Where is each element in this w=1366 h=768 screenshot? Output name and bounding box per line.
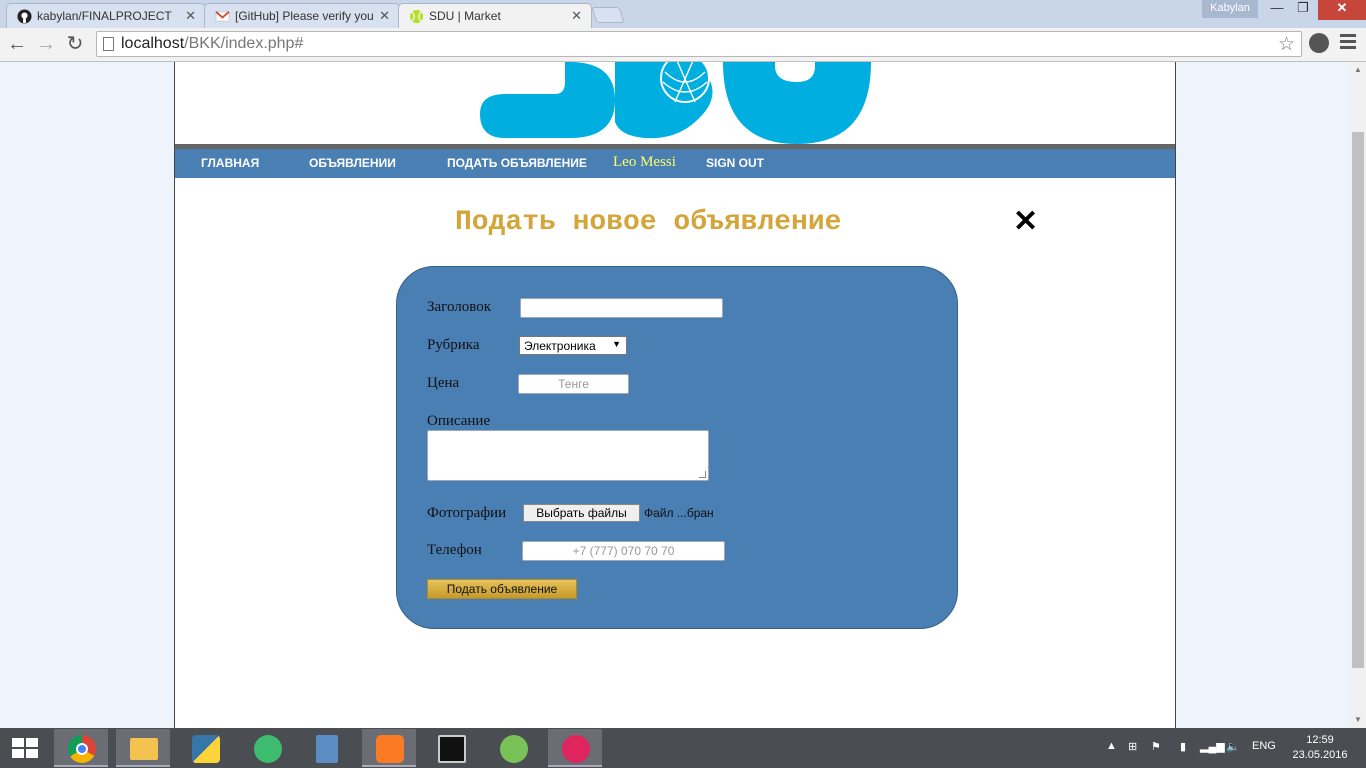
window-close-icon[interactable]: ✕ [1318,0,1366,20]
volume-icon[interactable]: 🔈 [1226,740,1240,753]
reload-icon[interactable]: ↻ [63,32,87,56]
taskbar-calculator[interactable] [300,729,354,767]
tray-expand-icon[interactable]: ▲ [1106,740,1117,752]
tab-title: [GitHub] Please verify you [235,9,374,23]
clock-date: 23.05.2016 [1292,749,1348,761]
github-icon [17,9,32,24]
nav-home[interactable]: ГЛАВНАЯ [201,156,259,170]
sdu-logo-graphic [480,62,871,144]
flag-icon[interactable]: ⚑ [1151,740,1161,753]
category-selected-value: Электроника [524,339,596,353]
price-label: Цена [427,375,460,391]
scroll-down-arrow-icon[interactable]: ▼ [1350,712,1366,728]
atom-icon [254,735,282,763]
main-nav: ГЛАВНАЯ ОБЪЯВЛЕНИИ ПОДАТЬ ОБЪЯВЛЕНИЕ Leo… [175,149,1175,178]
page-icon [103,37,114,51]
price-input[interactable] [518,374,629,394]
address-bar[interactable]: localhost/BKK/index.php# ☆ [96,31,1302,57]
nav-user-name[interactable]: Leo Messi [613,154,676,171]
gmail-icon [215,11,230,22]
file-status-text: Файл ...бран [644,506,714,520]
description-label: Описание [427,413,491,429]
taskbar-chrome[interactable] [54,729,108,767]
clock-time: 12:59 [1306,734,1334,746]
forward-arrow-icon[interactable]: → [34,32,58,56]
taskbar-file-explorer[interactable] [116,729,170,767]
chrome-icon [68,735,96,763]
tab-title: SDU | Market [429,9,501,23]
nav-post-ad[interactable]: ПОДАТЬ ОБЪЯВЛЕНИЕ [447,156,587,170]
tab-title: kabylan/FINALPROJECT [37,9,172,23]
taskbar-clock[interactable]: 12:59 23.05.2016 [1288,733,1352,763]
photos-label: Фотографии [427,505,507,521]
tab-close-icon[interactable]: ✕ [571,8,582,24]
taskbar-atom[interactable] [240,729,294,767]
xampp-icon [376,735,404,763]
close-icon[interactable]: ✕ [1013,204,1038,239]
url-host: localhost [121,35,185,52]
folder-icon [130,738,158,760]
nav-sign-out[interactable]: SIGN OUT [706,156,764,170]
resize-handle-icon[interactable] [699,471,706,478]
new-tab-button[interactable] [591,7,625,23]
calculator-icon [316,735,338,763]
tab-close-icon[interactable]: ✕ [185,8,196,24]
tab-sdu-market[interactable]: SDU | Market ✕ [398,3,592,28]
form-title: Подать новое объявление [455,207,842,238]
minimize-icon[interactable]: — [1264,0,1290,20]
language-indicator[interactable]: ENG [1252,740,1276,752]
android-studio-icon [500,735,528,763]
dropdown-arrow-icon: ▼ [612,339,621,349]
category-label: Рубрика [427,337,480,353]
extension-icon[interactable] [1309,33,1329,53]
url-path: /BKK/index.php# [184,35,304,52]
terminal-icon [438,735,466,763]
choose-files-button[interactable]: Выбрать файлы [523,504,640,522]
vertical-scrollbar[interactable]: ▲ ▼ [1350,62,1366,728]
taskbar-xampp[interactable] [362,729,416,767]
site-container: ГЛАВНАЯ ОБЪЯВЛЕНИИ ПОДАТЬ ОБЪЯВЛЕНИЕ Leo… [174,62,1176,728]
restore-icon[interactable]: ❐ [1290,0,1316,20]
bookmark-star-icon[interactable]: ☆ [1278,33,1295,56]
tab-github[interactable]: kabylan/FINALPROJECT ✕ [6,3,206,28]
tab-gmail[interactable]: [GitHub] Please verify you ✕ [204,3,400,28]
taskbar-android-studio[interactable] [486,729,540,767]
back-arrow-icon[interactable]: ← [5,32,29,56]
headline-input[interactable] [520,298,723,318]
windows-start-icon[interactable] [12,738,38,758]
taskbar-python[interactable] [178,729,232,767]
browser-toolbar: ← → ↻ localhost/BKK/index.php# ☆ [0,28,1366,62]
python-icon [192,735,220,763]
profile-badge[interactable]: Kabylan [1202,0,1258,18]
scrollbar-thumb[interactable] [1352,132,1364,668]
nav-ads[interactable]: ОБЪЯВЛЕНИИ [309,156,396,170]
chrome-menu-icon[interactable] [1340,34,1356,50]
flickr-icon [562,735,590,763]
taskbar-terminal[interactable] [424,729,478,767]
tab-close-icon[interactable]: ✕ [379,8,390,24]
taskbar-flickr[interactable] [548,729,602,767]
phone-label: Телефон [427,542,482,558]
network-icon[interactable]: ▂▄▆ [1200,740,1225,753]
tray-windows-icon[interactable]: ⊞ [1128,740,1137,753]
phone-input[interactable] [522,541,725,561]
page-viewport: ГЛАВНАЯ ОБЪЯВЛЕНИИ ПОДАТЬ ОБЪЯВЛЕНИЕ Leo… [0,62,1350,728]
category-select[interactable]: Электроника ▼ [519,336,627,355]
sdu-logo[interactable] [175,62,1175,144]
submit-ad-button[interactable]: Подать объявление [427,579,577,599]
scroll-up-arrow-icon[interactable]: ▲ [1350,62,1366,78]
headline-label: Заголовок [427,299,492,315]
tennis-ball-icon [409,9,424,24]
description-textarea[interactable] [427,430,709,481]
new-ad-form: Заголовок Рубрика Электроника ▼ Цена Опи… [396,266,958,629]
battery-icon[interactable]: ▮ [1180,740,1186,753]
windows-taskbar: ▲ ⊞ ⚑ ▮ ▂▄▆ 🔈 ENG 12:59 23.05.2016 [0,728,1366,768]
browser-tab-bar: kabylan/FINALPROJECT ✕ [GitHub] Please v… [0,0,1366,28]
